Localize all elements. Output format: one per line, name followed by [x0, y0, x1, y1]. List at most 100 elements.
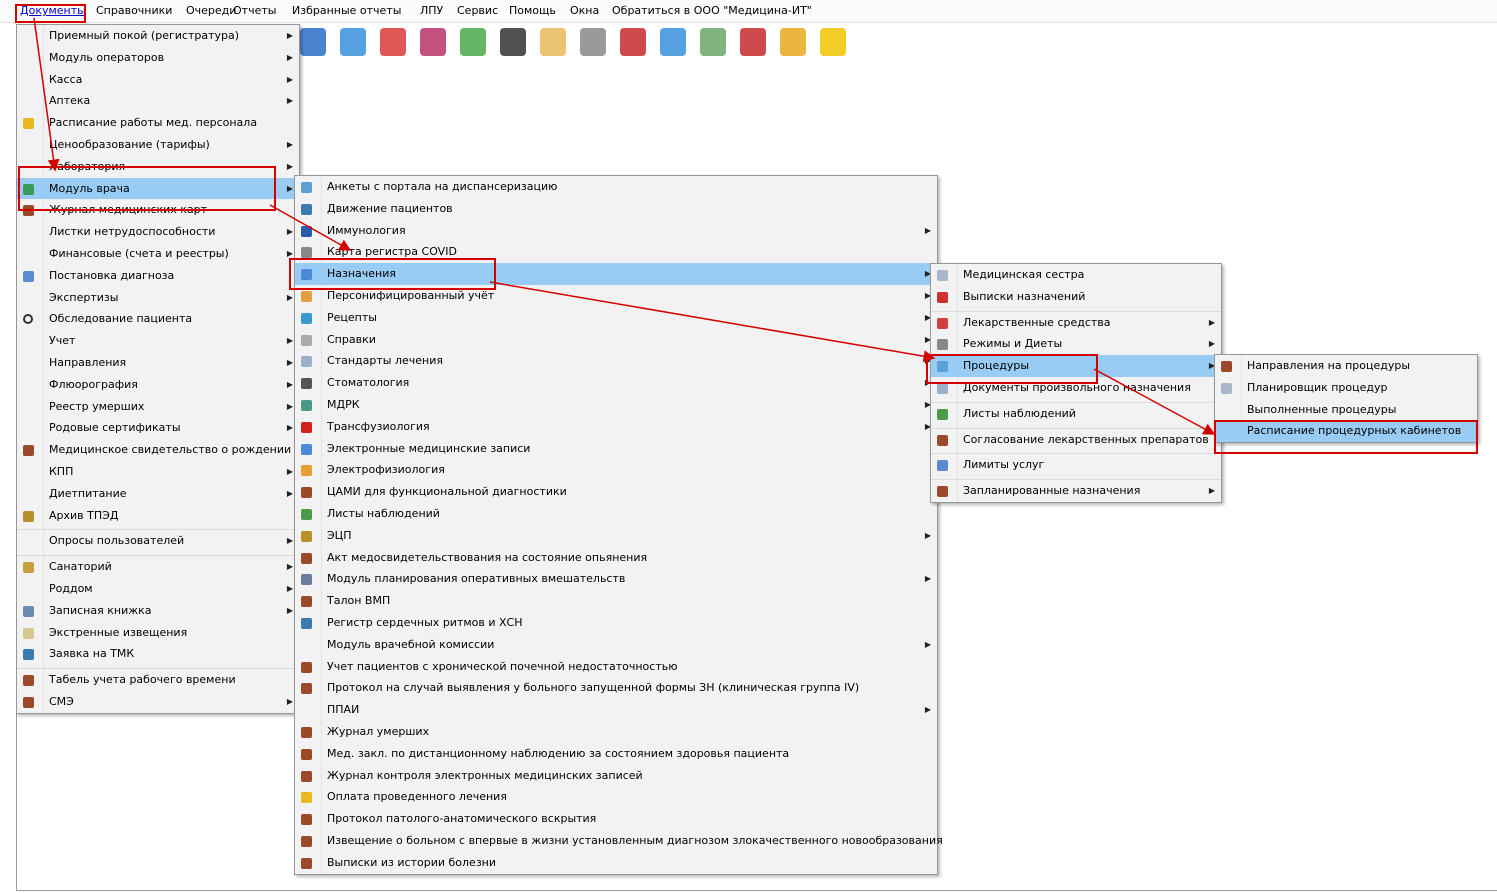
menu2-item-2[interactable]: Иммунология ▶: [295, 220, 937, 242]
menubar-item-9[interactable]: Обратиться в ООО "Медицина-ИТ": [610, 3, 814, 19]
menu1-item-15[interactable]: Направления ▶: [17, 352, 299, 374]
record-icon[interactable]: [740, 28, 766, 56]
recycle-icon[interactable]: [460, 28, 486, 56]
menu2-item-18[interactable]: Модуль планирования оперативных вмешател…: [295, 568, 937, 590]
menubar-item-7[interactable]: Помощь: [507, 3, 558, 19]
menu1-item-17[interactable]: Реестр умерших ▶: [17, 396, 299, 418]
menu2-item-7[interactable]: Справки ▶: [295, 329, 937, 351]
barcode-icon[interactable]: [500, 28, 526, 56]
menu1-item-13[interactable]: Обследование пациента: [17, 308, 299, 330]
menu1-item-11[interactable]: Постановка диагноза: [17, 265, 299, 287]
menu2-item-11[interactable]: Трансфузиология ▶: [295, 416, 937, 438]
menu2-item-15[interactable]: Листы наблюдений: [295, 503, 937, 525]
menu2-item-0[interactable]: Анкеты с портала на диспансеризацию: [295, 176, 937, 198]
menu1-item-26[interactable]: Записная книжка ▶: [17, 600, 299, 622]
menu2-item-30[interactable]: Извещение о больном с впервые в жизни ус…: [295, 830, 943, 852]
menu1-item-29[interactable]: Табель учета рабочего времени: [17, 668, 299, 691]
menu1-item-25[interactable]: Роддом ▶: [17, 578, 299, 600]
menu1-item-0[interactable]: Приемный покой (регистратура) ▶: [17, 25, 299, 47]
menu2-item-1[interactable]: Движение пациентов: [295, 198, 937, 220]
menubar-item-5[interactable]: ЛПУ: [418, 3, 445, 19]
menubar-item-6[interactable]: Сервис: [455, 3, 500, 19]
document-icon[interactable]: [700, 28, 726, 56]
menu1-item-28[interactable]: Заявка на ТМК: [17, 643, 299, 665]
menu3-item-5[interactable]: Документы произвольного назначения: [931, 377, 1221, 399]
medkit-icon[interactable]: [380, 28, 406, 56]
menu1-item-16[interactable]: Флюорография ▶: [17, 374, 299, 396]
menu2-item-27[interactable]: Журнал контроля электронных медицинских …: [295, 765, 937, 787]
lock-icon[interactable]: [780, 28, 806, 56]
menu2-item-12[interactable]: Электронные медицинские записи: [295, 438, 937, 460]
menu2-item-20[interactable]: Регистр сердечных ритмов и ХСН: [295, 612, 937, 634]
menubar-item-0[interactable]: Документы: [18, 3, 88, 19]
menu3-item-0[interactable]: Медицинская сестра: [931, 264, 1221, 286]
menu2-item-23[interactable]: Протокол на случай выявления у больного …: [295, 677, 937, 699]
menu3-item-7[interactable]: Согласование лекарственных препаратов: [931, 427, 1221, 451]
menu2-item-24[interactable]: ППАИ ▶: [295, 699, 937, 721]
medicine-icon[interactable]: [340, 28, 366, 56]
menu1-item-4[interactable]: Расписание работы мед. персонала: [17, 112, 299, 134]
menu1-item-2[interactable]: Касса ▶: [17, 69, 299, 91]
doctor-icon[interactable]: [540, 28, 566, 56]
menu1-item-24[interactable]: Санаторий ▶: [17, 555, 299, 578]
menu3-item-4[interactable]: Процедуры ▶: [931, 355, 1221, 377]
menu1-item-20[interactable]: КПП ▶: [17, 461, 299, 483]
menu2-item-16[interactable]: ЭЦП ▶: [295, 525, 937, 547]
menu3-item-1[interactable]: Выписки назначений: [931, 286, 1221, 308]
chat-icon[interactable]: [820, 28, 846, 56]
menu4-item-3[interactable]: Расписание процедурных кабинетов: [1215, 420, 1477, 443]
menubar-item-8[interactable]: Окна: [568, 3, 601, 19]
menu4-item-1[interactable]: Планировщик процедур: [1215, 377, 1477, 399]
menubar-item-4[interactable]: Избранные отчеты: [290, 3, 403, 19]
menu1-item-9[interactable]: Листки нетрудоспособности ▶: [17, 221, 299, 243]
menu2-item-17[interactable]: Акт медосвидетельствования на состояние …: [295, 547, 937, 569]
menu1-item-30[interactable]: СМЭ ▶: [17, 691, 299, 713]
menu1-item-12[interactable]: Экспертизы ▶: [17, 287, 299, 309]
calendar-icon[interactable]: [660, 28, 686, 56]
menu2-item-5[interactable]: Персонифицированный учёт ▶: [295, 285, 937, 307]
book-icon[interactable]: [620, 28, 646, 56]
menu2-item-28[interactable]: Оплата проведенного лечения: [295, 786, 937, 808]
menu2-item-26[interactable]: Мед. закл. по дистанционному наблюдению …: [295, 743, 937, 765]
menubar-item-3[interactable]: Отчеты: [231, 3, 278, 19]
menu2-item-14[interactable]: ЦАМИ для функциональной диагностики: [295, 481, 937, 503]
menu1-item-5[interactable]: Ценообразование (тарифы) ▶: [17, 134, 299, 156]
menu1-item-21[interactable]: Диетпитание ▶: [17, 483, 299, 505]
syringe-icon[interactable]: [580, 28, 606, 56]
menu3-item-9[interactable]: Запланированные назначения ▶: [931, 479, 1221, 502]
menu2-item-21[interactable]: Модуль врачебной комиссии ▶: [295, 634, 937, 656]
menu1-item-22[interactable]: Архив ТПЭД: [17, 505, 299, 527]
menu2-item-29[interactable]: Протокол патолого-анатомического вскрыти…: [295, 808, 937, 830]
menu3-item-2[interactable]: Лекарственные средства ▶: [931, 310, 1221, 334]
menubar-item-1[interactable]: Справочники: [94, 3, 174, 19]
menu2-item-31[interactable]: Выписки из истории болезни: [295, 852, 937, 874]
menu2-item-6[interactable]: Рецепты ▶: [295, 307, 937, 329]
menu1-item-10[interactable]: Финансовые (счета и реестры) ▶: [17, 243, 299, 265]
clock-icon[interactable]: [300, 28, 326, 56]
menu2-item-10[interactable]: МДРК ▶: [295, 394, 937, 416]
menu1-item-3[interactable]: Аптека ▶: [17, 90, 299, 112]
menu1-item-14[interactable]: Учет ▶: [17, 330, 299, 352]
menu2-item-22[interactable]: Учет пациентов с хронической почечной не…: [295, 656, 937, 678]
menu1-item-6[interactable]: Лаборатория ▶: [17, 156, 299, 178]
menu1-item-27[interactable]: Экстренные извещения: [17, 622, 299, 644]
menu1-item-7[interactable]: Модуль врача ▶: [17, 177, 299, 200]
cubes-icon[interactable]: [420, 28, 446, 56]
menu1-item-23[interactable]: Опросы пользователей ▶: [17, 529, 299, 552]
menu2-item-3[interactable]: Карта регистра COVID: [295, 241, 937, 263]
menu2-item-9[interactable]: Стоматология ▶: [295, 372, 937, 394]
menu2-item-13[interactable]: Электрофизиология: [295, 459, 937, 481]
menu2-item-4[interactable]: Назначения ▶: [295, 263, 937, 285]
menu2-item-25[interactable]: Журнал умерших: [295, 721, 937, 743]
menu4-item-2[interactable]: Выполненные процедуры: [1215, 399, 1477, 421]
menu3-item-8[interactable]: Лимиты услуг: [931, 453, 1221, 476]
menu2-item-8[interactable]: Стандарты лечения ▶: [295, 350, 937, 372]
menu1-item-8[interactable]: Журнал медицинских карт: [17, 199, 299, 221]
menu1-item-19[interactable]: Медицинское свидетельство о рождении: [17, 439, 299, 461]
menu1-item-1[interactable]: Модуль операторов ▶: [17, 47, 299, 69]
menu3-item-6[interactable]: Листы наблюдений: [931, 401, 1221, 425]
menu2-item-19[interactable]: Талон ВМП: [295, 590, 937, 612]
menu3-item-3[interactable]: Режимы и Диеты ▶: [931, 333, 1221, 355]
menu4-item-0[interactable]: Направления на процедуры: [1215, 355, 1477, 377]
menu1-item-18[interactable]: Родовые сертификаты ▶: [17, 417, 299, 439]
